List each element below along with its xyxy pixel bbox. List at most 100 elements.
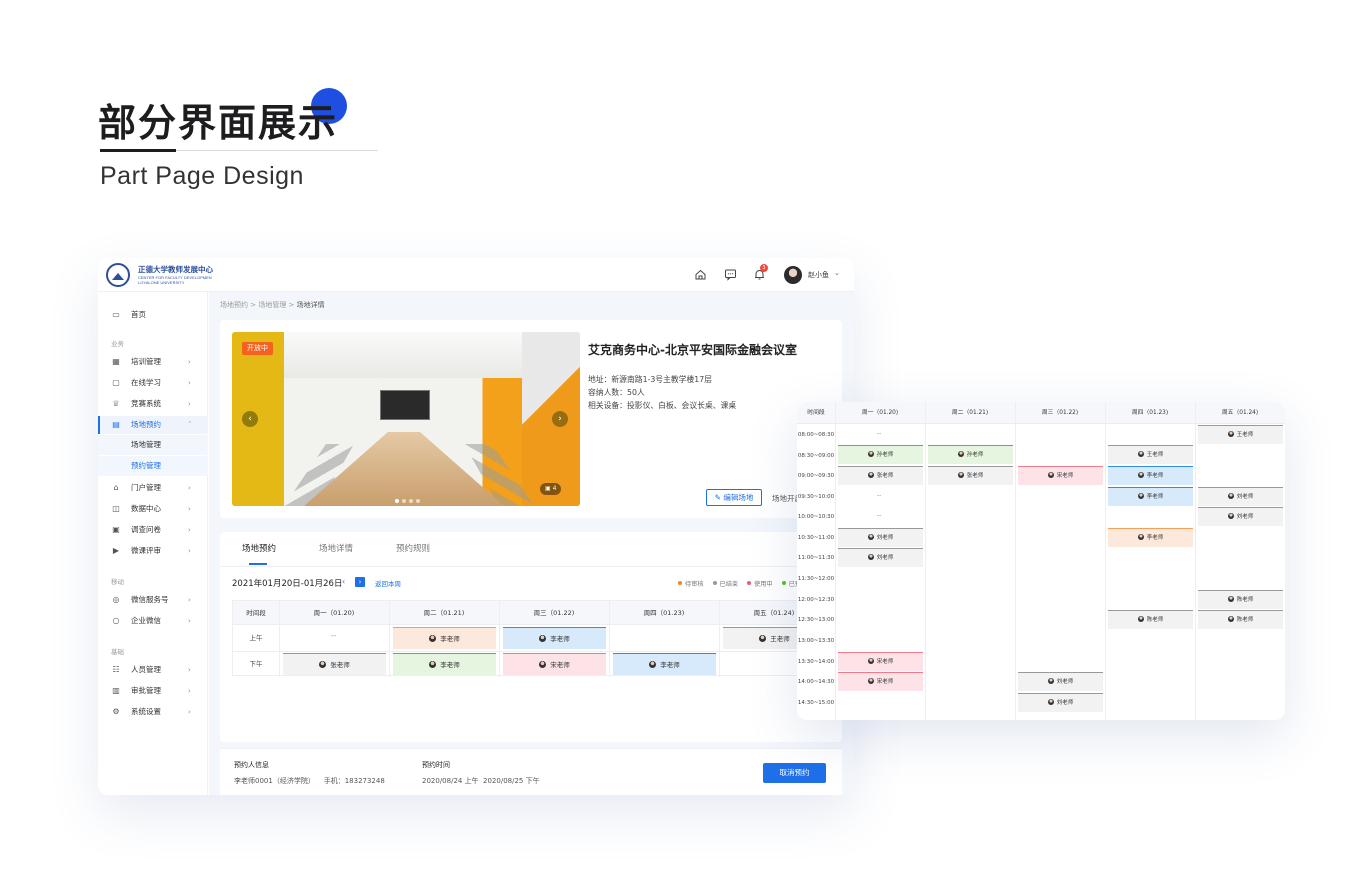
tab-details[interactable]: 场地详情 [319, 542, 353, 554]
next-week-icon[interactable]: › [355, 577, 365, 587]
calendar-slot[interactable]: 刘老师 [838, 528, 923, 547]
avatar[interactable] [784, 266, 802, 284]
tab-booking[interactable]: 场地预约 [242, 542, 276, 554]
sidebar-item-people[interactable]: ☷ 人员管理 › [98, 661, 208, 679]
empty-slot: -- [877, 430, 882, 437]
edit-venue-button[interactable]: ✎ 编辑场地 [706, 489, 762, 506]
sidebar-item-home[interactable]: ▭ 首页 [98, 306, 208, 324]
time-slot-label: 12:00~12:30 [797, 597, 835, 603]
sidebar-item-data[interactable]: ◫ 数据中心 › [98, 500, 208, 518]
breadcrumb-link[interactable]: 场地预约 [220, 301, 248, 309]
legend-in-use: 使用中 [747, 581, 773, 588]
approval-icon: ▥ [112, 686, 120, 695]
empty-slot: -- [877, 492, 882, 499]
chart-icon: ◫ [112, 504, 120, 513]
wechat-icon: ◎ [112, 595, 120, 604]
time-slot-label: 14:00~14:30 [797, 679, 835, 685]
sidebar-item-competition[interactable]: ♕ 竞赛系统 › [98, 395, 208, 413]
app-window: 正德大学教师发展中心 CENTER FOR FACULTY DEVELOPMEN… [98, 258, 854, 795]
wecom-icon: ○ [112, 616, 120, 625]
message-icon[interactable] [724, 268, 737, 281]
booker-label: 预约人信息 [234, 761, 269, 769]
house-icon: ⌂ [113, 483, 119, 492]
avatar [319, 661, 327, 668]
calendar-slot[interactable]: 陈老师 [1108, 610, 1193, 629]
booking-card: 场地预约 场地详情 预约规则 2021年01月20日-01月26日 ‹ › 返回… [220, 532, 842, 742]
sidebar-item-wecom[interactable]: ○ 企业微信 › [98, 612, 208, 630]
sidebar-item-survey[interactable]: ▣ 调查问卷 › [98, 521, 208, 539]
sidebar-item-portal[interactable]: ⌂ 门户管理 › [98, 479, 208, 497]
prev-arrow-icon[interactable]: ‹ [242, 411, 258, 427]
booking-slot[interactable]: 李老师 [393, 627, 496, 649]
booking-slot[interactable]: 张老师 [283, 653, 386, 675]
calendar-slot[interactable]: 孙老师 [838, 445, 923, 464]
calendar-slot[interactable]: 刘老师 [838, 548, 923, 567]
booking-time: 2020/08/24 上午 2020/08/25 下午 [422, 777, 540, 785]
tab-rules[interactable]: 预约规则 [396, 542, 430, 554]
sidebar-section-mobile: 移动 [111, 578, 124, 586]
booking-slot[interactable]: 李老师 [503, 627, 606, 649]
calendar-slot[interactable]: 刘老师 [1018, 693, 1103, 712]
sidebar-item-microcourse[interactable]: ▶ 微课评审 › [98, 542, 208, 560]
avatar [539, 635, 547, 642]
calendar-slot[interactable]: 刘老师 [1018, 672, 1103, 691]
sidebar-item-learning[interactable]: ▢ 在线学习 › [98, 374, 208, 392]
calendar-slot[interactable]: 李老师 [1108, 528, 1193, 547]
carousel-dots[interactable] [395, 488, 423, 506]
calendar-slot[interactable]: 陈老师 [1198, 590, 1283, 609]
breadcrumb-link[interactable]: 场地管理 [258, 301, 286, 309]
time-slot-label: 11:30~12:00 [797, 576, 835, 582]
booking-slot[interactable]: 李老师 [393, 653, 496, 675]
booking-slot[interactable]: 宋老师 [503, 653, 606, 675]
sidebar-sub-venue-manage[interactable]: 场地管理 [98, 435, 208, 455]
row-label-am: 上午 [249, 634, 263, 642]
column-header: 周三（01.22) [533, 609, 575, 617]
calendar-slot[interactable]: 刘老师 [1198, 507, 1283, 526]
calendar-slot[interactable]: 张老师 [838, 466, 923, 485]
username[interactable]: 赵小鱼 [808, 270, 829, 280]
empty-slot: -- [877, 512, 882, 519]
sidebar-sub-booking-manage[interactable]: 预约管理 [98, 456, 208, 476]
calendar-slot[interactable]: 李老师 [1108, 487, 1193, 506]
column-header: 时间段 [246, 609, 266, 617]
breadcrumb: 场地预约 > 场地管理 > 场地详情 [220, 301, 325, 309]
university-logo-icon [106, 263, 130, 287]
chevron-down-icon[interactable]: ⌄ [834, 269, 840, 277]
time-slot-label: 10:30~11:00 [797, 535, 835, 541]
empty-slot: -- [331, 632, 337, 640]
booker-info: 李老师0001（经济学院） 手机：183273248 [234, 777, 385, 785]
column-header: 周一（01.20) [861, 410, 899, 416]
next-arrow-icon[interactable]: › [552, 411, 568, 427]
calendar-slot[interactable]: 宋老师 [838, 672, 923, 691]
venue-icon: ▤ [112, 420, 120, 429]
calendar-slot[interactable]: 张老师 [928, 466, 1013, 485]
sidebar-item-settings[interactable]: ⚙ 系统设置 › [98, 703, 208, 721]
home-icon[interactable] [694, 268, 707, 281]
prev-week-icon[interactable]: ‹ [342, 577, 345, 586]
sidebar-item-wechat-service[interactable]: ◎ 微信服务号 › [98, 591, 208, 609]
calendar-slot[interactable]: 陈老师 [1198, 610, 1283, 629]
booking-slot[interactable]: 李老师 [613, 653, 716, 675]
calendar-slot[interactable]: 宋老师 [1018, 466, 1103, 485]
calendar-slot[interactable]: 李老师 [1108, 466, 1193, 485]
calendar-slot[interactable]: 宋老师 [838, 652, 923, 671]
weekly-calendar: 时间段 周一（01.20) 周二（01.21) 周三（01.22) 周四（01.… [797, 402, 1285, 720]
hero-divider [100, 149, 378, 152]
calendar-slot[interactable]: 刘老师 [1198, 487, 1283, 506]
photo-count[interactable]: ▣ 4 [540, 483, 562, 495]
calendar-icon: ▦ [112, 357, 120, 366]
cancel-booking-button[interactable]: 取消预约 [763, 763, 826, 783]
back-to-this-week-link[interactable]: 返回本周 [375, 578, 401, 588]
calendar-slot[interactable]: 王老师 [1108, 445, 1193, 464]
sidebar-item-venue-booking[interactable]: ▤ 场地预约 ˆ [98, 416, 208, 434]
sidebar-item-training[interactable]: ▦ 培训管理 › [98, 353, 208, 371]
time-slot-label: 14:30~15:00 [797, 700, 835, 706]
sidebar-section-base: 基础 [111, 648, 124, 656]
sidebar-item-approval[interactable]: ▥ 审批管理 › [98, 682, 208, 700]
schedule-table: 时间段 周一（01.20) 周二（01.21) 周三（01.22) 周四（01.… [232, 600, 842, 677]
column-header: 周三（01.22) [1041, 410, 1079, 416]
calendar-slot[interactable]: 孙老师 [928, 445, 1013, 464]
calendar-slot[interactable]: 王老师 [1198, 425, 1283, 444]
chevron-right-icon: › [188, 547, 191, 555]
notification-badge: 3 [760, 264, 768, 272]
